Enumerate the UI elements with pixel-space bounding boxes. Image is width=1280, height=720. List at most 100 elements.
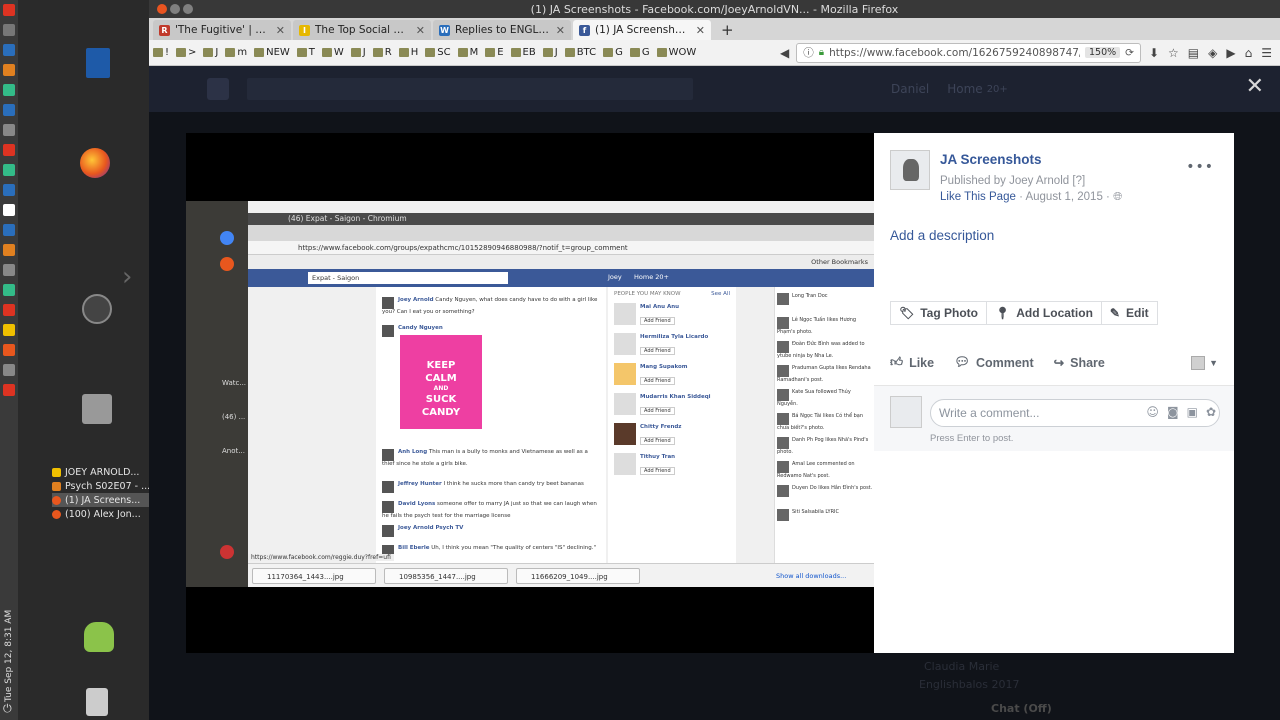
app-icon[interactable] (3, 384, 15, 396)
window-titlebar[interactable]: (1) JA Screenshots - Facebook.com/JoeyAr… (149, 0, 1280, 18)
bookmark-item[interactable]: EB (510, 47, 536, 58)
file-cabinet-icon[interactable] (82, 394, 112, 424)
app-icon[interactable] (3, 4, 15, 16)
bookmark-item[interactable]: J (350, 47, 366, 58)
youtube-icon[interactable]: ▶ (1226, 46, 1235, 60)
firefox-icon[interactable] (80, 148, 110, 178)
photo-stage[interactable]: Watc... (46) ... Anot... (46) Expat - Sa… (186, 133, 874, 653)
bookmark-item[interactable]: J (203, 47, 218, 58)
bookmark-item[interactable]: ! (153, 47, 169, 58)
user-switch-icon[interactable] (84, 622, 114, 652)
app-icon[interactable] (3, 44, 15, 56)
app-icon[interactable] (3, 344, 15, 356)
page-avatar[interactable] (890, 150, 930, 190)
library-icon[interactable]: ▤ (1188, 46, 1199, 60)
app-icon[interactable] (3, 124, 15, 136)
bookmark-item[interactable]: W (321, 47, 344, 58)
pocket-icon[interactable]: ◈ (1208, 46, 1217, 60)
app-icon[interactable] (3, 144, 15, 156)
browser-tab[interactable]: W Replies to ENGLISH TE ✕ (433, 20, 571, 40)
bookmark-item[interactable]: BTC (564, 47, 596, 58)
updater-icon[interactable] (82, 294, 112, 324)
bookmark-item[interactable]: J (542, 47, 558, 58)
bookmark-item[interactable]: E (485, 47, 504, 58)
edit-button[interactable]: ✎ Edit (1101, 301, 1158, 325)
like-page-link[interactable]: Like This Page (940, 191, 1016, 203)
app-icon[interactable] (3, 84, 15, 96)
home-icon[interactable]: ⌂ (1245, 46, 1253, 60)
app-icon[interactable] (3, 164, 15, 176)
bookmark-item[interactable]: M (457, 47, 478, 58)
info-icon[interactable]: ⓘ (803, 45, 814, 60)
chevron-right-icon[interactable]: › (122, 262, 132, 292)
bookmark-item[interactable]: R (372, 47, 392, 58)
system-clock[interactable]: Tue Sep 12, 8:31 AM (4, 610, 14, 702)
tab-close-icon[interactable]: ✕ (696, 24, 705, 37)
tag-photo-button[interactable]: 🏷︎ Tag Photo (890, 301, 988, 325)
menu-icon[interactable]: ☰ (1261, 46, 1272, 60)
browser-tab[interactable]: R 'The Fugitive' | 100 Gre ✕ (153, 20, 291, 40)
close-icon[interactable]: ✕ (1246, 76, 1264, 98)
tab-close-icon[interactable]: ✕ (556, 24, 565, 37)
bookmark-item[interactable]: > (176, 47, 196, 58)
emoji-icon[interactable]: ☺ (1146, 405, 1159, 419)
url-bar[interactable]: ⓘ 🔒︎ https://www.facebook.com/1626759240… (796, 42, 1141, 63)
dimmed-text: Claudia Marie (924, 660, 1000, 673)
add-location-button[interactable]: 📍︎ Add Location (987, 301, 1102, 325)
zoom-indicator[interactable]: 150% (1084, 47, 1121, 58)
app-icon[interactable] (3, 104, 15, 116)
bookmark-item[interactable]: NEW (254, 47, 290, 58)
pymk-see-all: See All (711, 291, 730, 297)
page-name-link[interactable]: JA Screenshots (940, 152, 1042, 167)
app-icon[interactable] (3, 24, 15, 36)
browser-tab-active[interactable]: f (1) JA Screenshots - Fa ✕ (573, 20, 711, 40)
bookmark-item[interactable]: G (629, 47, 650, 58)
app-icon[interactable] (3, 324, 15, 336)
bookmark-item[interactable]: SC (425, 47, 451, 58)
comment-button[interactable]: 💬︎ Comment (954, 355, 1034, 370)
reload-icon[interactable]: ⟳ (1125, 47, 1134, 59)
bookmark-star-icon[interactable]: ☆ (1168, 46, 1179, 60)
download-item: 11666209_1049....jpg (516, 568, 640, 584)
camera-icon[interactable]: ◙ (1167, 405, 1179, 419)
post-date[interactable]: · August 1, 2015 · (1019, 191, 1110, 203)
app-icon[interactable] (3, 304, 15, 316)
photo-image[interactable]: Watc... (46) ... Anot... (46) Expat - Sa… (186, 201, 874, 587)
tab-close-icon[interactable]: ✕ (276, 24, 285, 37)
app-icon[interactable] (3, 64, 15, 76)
publisher-link[interactable]: Joey Arnold (1009, 175, 1069, 187)
app-icon[interactable] (3, 204, 15, 216)
close-window-button[interactable] (157, 4, 167, 14)
app-icon[interactable] (3, 184, 15, 196)
new-tab-button[interactable]: + (713, 20, 742, 40)
document-icon[interactable] (86, 48, 110, 78)
tab-close-icon[interactable]: ✕ (416, 24, 425, 37)
bookmark-item[interactable]: H (398, 47, 418, 58)
back-icon[interactable]: ◀ (777, 46, 792, 60)
download-icon[interactable]: ⬇ (1149, 46, 1159, 60)
globe-icon[interactable]: 🌐︎ (1113, 191, 1122, 203)
bookmark-item[interactable]: WOW (656, 47, 696, 58)
app-icon[interactable] (3, 244, 15, 256)
lock-icon[interactable]: 🔒︎ (819, 47, 824, 58)
maximize-window-button[interactable] (183, 4, 193, 14)
share-button[interactable]: ↪ Share (1054, 355, 1105, 371)
app-icon[interactable] (3, 364, 15, 376)
trash-icon[interactable] (86, 688, 108, 716)
more-options-icon[interactable]: ••• (1186, 159, 1214, 175)
voice-selector[interactable]: ▼ (1191, 355, 1218, 370)
bookmark-item[interactable]: G (603, 47, 623, 58)
task-icon (52, 467, 61, 477)
browser-tab[interactable]: I The Top Social Networ ✕ (293, 20, 431, 40)
app-icon[interactable] (3, 264, 15, 276)
minimize-window-button[interactable] (170, 4, 180, 14)
bookmark-item[interactable]: m (225, 47, 247, 58)
sticker-icon[interactable]: ✿ (1206, 405, 1216, 419)
app-icon[interactable] (3, 224, 15, 236)
bookmark-item[interactable]: T (296, 47, 315, 58)
add-description-link[interactable]: Add a description (890, 228, 994, 243)
app-icon[interactable] (3, 284, 15, 296)
like-button[interactable]: 👍︎ Like (890, 355, 934, 370)
power-icon[interactable]: ⏻ (3, 702, 12, 716)
gif-icon[interactable]: ▣ (1187, 405, 1198, 419)
